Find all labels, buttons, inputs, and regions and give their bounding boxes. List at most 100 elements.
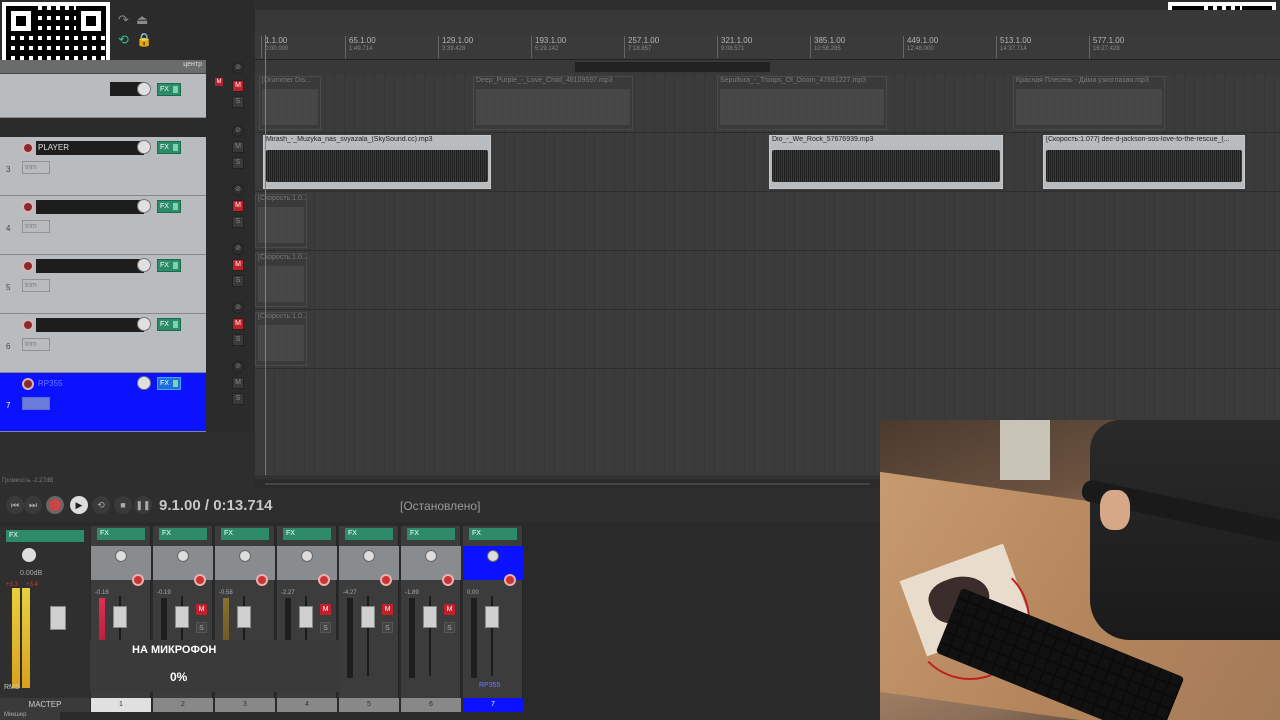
lane-track-2[interactable]: [Drummer Dis... Deep_Purple_-_Love_Child… (255, 74, 1280, 133)
track-3[interactable]: 3 PLAYER FX trim (0, 137, 206, 196)
volume-knob[interactable] (137, 376, 151, 390)
mute-button[interactable]: M (232, 141, 244, 153)
solo-button[interactable]: S (232, 334, 244, 346)
automation-trim-button[interactable]: trim (22, 338, 50, 351)
media-item[interactable]: Sepultura_-_Troops_Of_Doom_47891227.mp3 (717, 76, 887, 130)
mute-button[interactable]: M (232, 318, 244, 330)
automation-trim-button[interactable]: trim (22, 279, 50, 292)
io-button[interactable]: ⊘ (232, 125, 244, 137)
metronome-icon[interactable]: ⏏ (136, 12, 148, 28)
record-button[interactable] (46, 496, 64, 514)
loop-icon[interactable]: ⟲ (118, 32, 129, 48)
repeat-icon[interactable]: ⟲ (92, 496, 110, 514)
automation-trim-button[interactable]: trim (22, 161, 50, 174)
time-selection[interactable] (575, 62, 770, 72)
record-arm-button[interactable] (504, 574, 516, 586)
master-fx-button[interactable]: FX (6, 530, 84, 542)
mute-button[interactable]: M (232, 80, 244, 92)
fx-button[interactable]: FX (469, 528, 517, 540)
media-item[interactable]: Deep_Purple_-_Love_Child_48109597.mp3 (473, 76, 633, 130)
time-display[interactable]: 9.1.00 / 0:13.714 (159, 497, 272, 514)
master-pan-knob[interactable] (22, 548, 36, 562)
track-name[interactable] (36, 318, 144, 332)
pan-knob[interactable] (363, 550, 375, 562)
pan-knob[interactable] (487, 550, 499, 562)
pan-knob[interactable] (301, 550, 313, 562)
go-to-start-icon[interactable]: ⏮ (6, 496, 24, 514)
mute-button[interactable]: M (320, 604, 331, 615)
go-to-end-icon[interactable]: ⏭ (24, 496, 42, 514)
track-4[interactable]: 4 FX trim (0, 196, 206, 255)
pan-knob[interactable] (115, 550, 127, 562)
fx-button[interactable]: FX (345, 528, 393, 540)
strip-fader[interactable] (237, 606, 251, 628)
io-button[interactable]: ⊘ (232, 302, 244, 314)
media-item[interactable]: [Скорость:1.0... (255, 253, 308, 307)
fx-button[interactable]: FX (157, 83, 181, 96)
fx-button[interactable]: FX (157, 318, 181, 331)
strip-fader[interactable] (485, 606, 499, 628)
fx-button[interactable]: FX (157, 377, 181, 390)
media-item[interactable]: Mirash_-_Muzyka_nas_svyazala_(SkySound.c… (263, 135, 491, 189)
strip-fader[interactable] (361, 606, 375, 628)
pan-knob[interactable] (425, 550, 437, 562)
volume-knob[interactable] (137, 199, 151, 213)
record-arm-button[interactable] (22, 201, 34, 213)
record-arm-button[interactable] (22, 378, 34, 390)
fx-button[interactable]: FX (97, 528, 145, 540)
pause-button[interactable]: ❚❚ (134, 496, 152, 514)
strip-fader[interactable] (113, 606, 127, 628)
fx-button[interactable]: FX (157, 259, 181, 272)
fx-button[interactable]: FX (407, 528, 455, 540)
io-button[interactable]: ⊘ (232, 361, 244, 373)
track-6[interactable]: 6 FX trim (0, 314, 206, 373)
lane-track-6[interactable]: [Скорость:1.0... (255, 310, 1280, 369)
track-name[interactable] (36, 200, 144, 214)
master-fader[interactable] (50, 606, 66, 630)
stop-button[interactable]: ■ (114, 496, 132, 514)
record-arm-button[interactable] (380, 574, 392, 586)
media-item[interactable]: [Drummer Dis... (259, 76, 321, 130)
solo-button[interactable]: S (232, 96, 244, 108)
volume-knob[interactable] (137, 82, 151, 96)
mixer-tab[interactable]: Микшер (0, 710, 60, 720)
media-item[interactable]: [Скорость:1.077] dee-d-jackson-sos-love-… (1043, 135, 1245, 189)
fx-button[interactable]: FX (283, 528, 331, 540)
media-item[interactable]: Красная Плесень - Дама узкоглазая.mp3 (1013, 76, 1165, 130)
mute-button[interactable]: M (444, 604, 455, 615)
timeline-ruler[interactable]: 1.1.00 0:00.000 65.1.00 1:49.714 129.1.00 3… (255, 34, 1280, 60)
media-item[interactable]: [Скорость:1.0... (255, 194, 308, 248)
record-arm-button[interactable] (22, 319, 34, 331)
solo-button[interactable]: S (320, 622, 331, 633)
solo-button[interactable]: S (196, 622, 207, 633)
mute-button[interactable]: M (382, 604, 393, 615)
pan-knob[interactable] (177, 550, 189, 562)
record-arm-button[interactable] (132, 574, 144, 586)
lane-track-3[interactable]: Mirash_-_Muzyka_nas_svyazala_(SkySound.c… (255, 133, 1280, 192)
mute-button[interactable]: M (196, 604, 207, 615)
io-button[interactable]: ⊘ (232, 184, 244, 196)
mute-button[interactable]: M (232, 200, 244, 212)
media-item[interactable]: [Скорость:1.0... (255, 312, 308, 366)
record-arm-button[interactable] (318, 574, 330, 586)
strip-fader[interactable] (423, 606, 437, 628)
mute-button[interactable]: M (232, 259, 244, 271)
record-arm-button[interactable] (442, 574, 454, 586)
lock-icon[interactable]: 🔒 (136, 32, 152, 48)
record-arm-button[interactable] (194, 574, 206, 586)
volume-knob[interactable] (137, 317, 151, 331)
solo-button[interactable]: S (232, 216, 244, 228)
pan-knob[interactable] (239, 550, 251, 562)
fx-button[interactable]: FX (159, 528, 207, 540)
automation-trim-button[interactable]: trim (22, 220, 50, 233)
horizontal-scrollbar[interactable] (255, 480, 880, 488)
fx-button[interactable]: FX (221, 528, 269, 540)
io-button[interactable]: ⊘ (232, 62, 244, 74)
io-button[interactable]: ⊘ (232, 243, 244, 255)
strip-fader[interactable] (299, 606, 313, 628)
volume-knob[interactable] (137, 140, 151, 154)
track-name[interactable]: PLAYER (36, 141, 144, 155)
fx-button[interactable]: FX (157, 141, 181, 154)
track-name[interactable]: RP355 (36, 377, 144, 391)
lane-track-4[interactable]: [Скорость:1.0... (255, 192, 1280, 251)
